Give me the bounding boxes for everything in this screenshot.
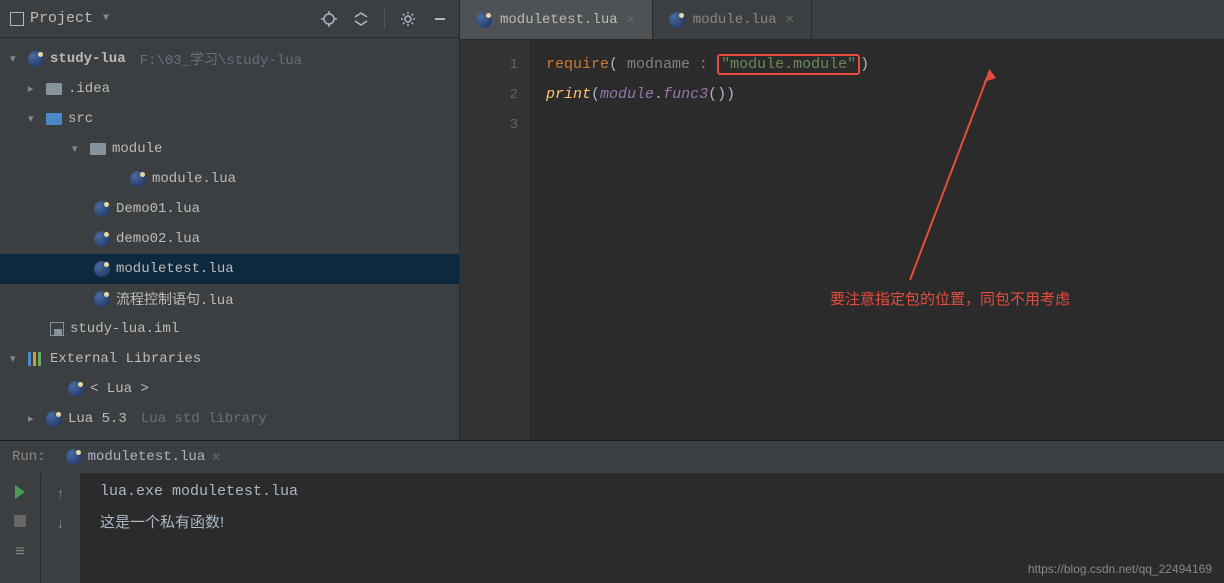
- gear-icon[interactable]: [399, 10, 417, 28]
- project-sidebar: Project ▼ ▾: [0, 0, 460, 440]
- iml-icon: [50, 322, 64, 336]
- chevron-down-icon: ▾: [10, 52, 22, 66]
- library-icon: [28, 352, 44, 366]
- lua-file-icon: [94, 201, 110, 217]
- run-tab-label: moduletest.lua: [88, 449, 206, 465]
- chevron-down-icon: ▼: [103, 13, 109, 24]
- close-icon[interactable]: ✕: [626, 12, 636, 27]
- run-controls-right: ↑ ↓: [40, 473, 80, 583]
- editor-area: moduletest.lua ✕ module.lua ✕ 1 2 3 requ…: [460, 0, 1224, 440]
- console-command: lua.exe moduletest.lua: [100, 483, 1204, 511]
- tree-file-demo01[interactable]: Demo01.lua: [0, 194, 459, 224]
- up-icon[interactable]: ↑: [56, 487, 64, 503]
- annotation-text: 要注意指定包的位置，同包不用考虑: [830, 288, 1070, 309]
- project-title: Project: [30, 10, 93, 27]
- folder-icon: [90, 143, 106, 155]
- tree-root[interactable]: ▾ study-lua F:\03_学习\study-lua: [0, 44, 459, 74]
- code-content[interactable]: require( modname : "module.module") prin…: [530, 40, 1224, 440]
- tree-file-moduletest[interactable]: moduletest.lua: [0, 254, 459, 284]
- lua-file-icon: [130, 171, 146, 187]
- editor-body[interactable]: 1 2 3 require( modname : "module.module"…: [460, 40, 1224, 440]
- line-number: 3: [460, 110, 518, 140]
- down-icon[interactable]: ↓: [56, 517, 64, 533]
- tree-file-flowcontrol[interactable]: 流程控制语句.lua: [0, 284, 459, 314]
- tree-file-module[interactable]: module.lua: [0, 164, 459, 194]
- root-label: study-lua: [50, 51, 126, 67]
- chevron-down-icon: ▾: [28, 112, 40, 126]
- locate-icon[interactable]: [320, 10, 338, 28]
- root-path: F:\03_学习\study-lua: [140, 49, 302, 69]
- tab-label: module.lua: [693, 12, 777, 28]
- line-number: 2: [460, 80, 518, 110]
- lua-file-icon: [94, 291, 110, 307]
- tree-lua-lib[interactable]: < Lua >: [0, 374, 459, 404]
- tree-lua53[interactable]: ▸ Lua 5.3 Lua std library: [0, 404, 459, 434]
- equals-icon[interactable]: ≡: [15, 543, 25, 561]
- highlight-module-string: "module.module": [717, 54, 860, 75]
- chevron-down-icon: ▾: [72, 142, 84, 156]
- stop-icon[interactable]: [14, 515, 26, 527]
- chevron-right-icon: ▸: [28, 82, 40, 96]
- line-gutter: 1 2 3: [460, 40, 530, 440]
- lua-file-icon: [669, 12, 685, 28]
- folder-icon: [46, 113, 62, 125]
- chevron-down-icon: ▾: [10, 352, 22, 366]
- code-line-1: require( modname : "module.module"): [546, 50, 1208, 80]
- tree-folder-src[interactable]: ▾ src: [0, 104, 459, 134]
- console-output-line: 这是一个私有函数!: [100, 511, 1204, 539]
- chevron-right-icon: ▸: [28, 412, 40, 426]
- editor-tabs: moduletest.lua ✕ module.lua ✕: [460, 0, 1224, 40]
- lua-project-icon: [28, 51, 44, 67]
- project-icon: [10, 12, 24, 26]
- lua-file-icon: [94, 261, 110, 277]
- close-icon[interactable]: ✕: [211, 450, 221, 465]
- run-panel: Run: moduletest.lua ✕ ≡ ↑ ↓ lua.exe modu…: [0, 440, 1224, 582]
- run-tab[interactable]: moduletest.lua ✕: [56, 445, 232, 469]
- watermark: https://blog.csdn.net/qq_22494169: [1028, 562, 1212, 576]
- run-controls-left: ≡: [0, 473, 40, 583]
- lua-icon: [68, 381, 84, 397]
- tab-module[interactable]: module.lua ✕: [653, 0, 812, 39]
- hide-icon[interactable]: [431, 10, 449, 28]
- tree-folder-module[interactable]: ▾ module: [0, 134, 459, 164]
- line-number: 1: [460, 50, 518, 80]
- project-tree: ▾ study-lua F:\03_学习\study-lua ▸ .idea ▾…: [0, 38, 459, 440]
- sidebar-header: Project ▼: [0, 0, 459, 38]
- collapse-icon[interactable]: [352, 10, 370, 28]
- close-icon[interactable]: ✕: [785, 12, 795, 27]
- tree-external-libs[interactable]: ▾ External Libraries: [0, 344, 459, 374]
- tree-file-demo02[interactable]: demo02.lua: [0, 224, 459, 254]
- tab-moduletest[interactable]: moduletest.lua ✕: [460, 0, 653, 39]
- folder-icon: [46, 83, 62, 95]
- lua-icon: [46, 411, 62, 427]
- lua-file-icon: [94, 231, 110, 247]
- tree-file-iml[interactable]: study-lua.iml: [0, 314, 459, 344]
- run-header: Run: moduletest.lua ✕: [0, 441, 1224, 473]
- play-icon[interactable]: [15, 485, 25, 499]
- tree-folder-idea[interactable]: ▸ .idea: [0, 74, 459, 104]
- tab-label: moduletest.lua: [500, 12, 618, 28]
- lua-file-icon: [66, 449, 82, 465]
- divider: [384, 9, 385, 29]
- run-label: Run:: [12, 449, 46, 465]
- lua-file-icon: [476, 12, 492, 28]
- code-line-2: print(module.func3()): [546, 80, 1208, 110]
- project-selector[interactable]: Project ▼: [10, 10, 109, 27]
